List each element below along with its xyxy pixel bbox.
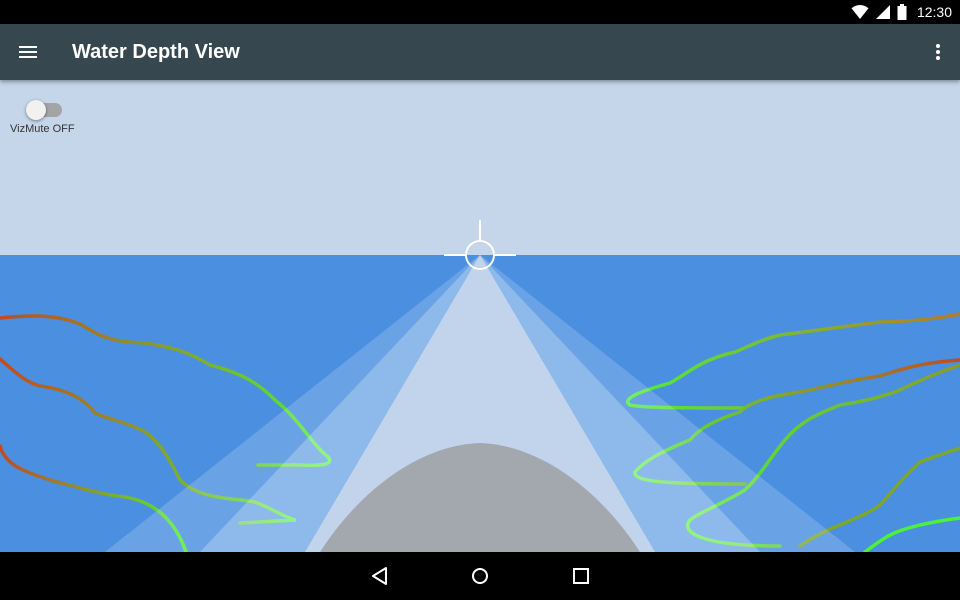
depth-view-canvas[interactable] [0,80,960,552]
status-icons: 12:30 [851,0,952,24]
back-button[interactable] [368,564,392,588]
menu-button[interactable] [16,40,40,64]
menu-icon [19,46,37,58]
back-icon [372,567,387,585]
vizmute-control: VizMute OFF [10,92,90,140]
recents-button[interactable] [569,564,593,588]
page-title: Water Depth View [72,41,240,63]
home-button[interactable] [468,564,492,588]
battery-icon [897,4,907,20]
navigation-bar [0,552,960,600]
status-time: 12:30 [916,4,952,20]
more-vert-icon [936,44,940,60]
switch-thumb [26,100,46,120]
home-icon [472,568,488,584]
app-bar: Water Depth View [0,24,960,80]
vizmute-label: VizMute OFF [10,123,75,135]
wifi-icon [851,5,869,19]
vizmute-switch[interactable] [26,97,64,121]
cell-signal-icon [875,5,890,19]
recents-icon [573,568,589,584]
status-bar: 12:30 [0,0,960,24]
overflow-menu-button[interactable] [926,40,950,64]
